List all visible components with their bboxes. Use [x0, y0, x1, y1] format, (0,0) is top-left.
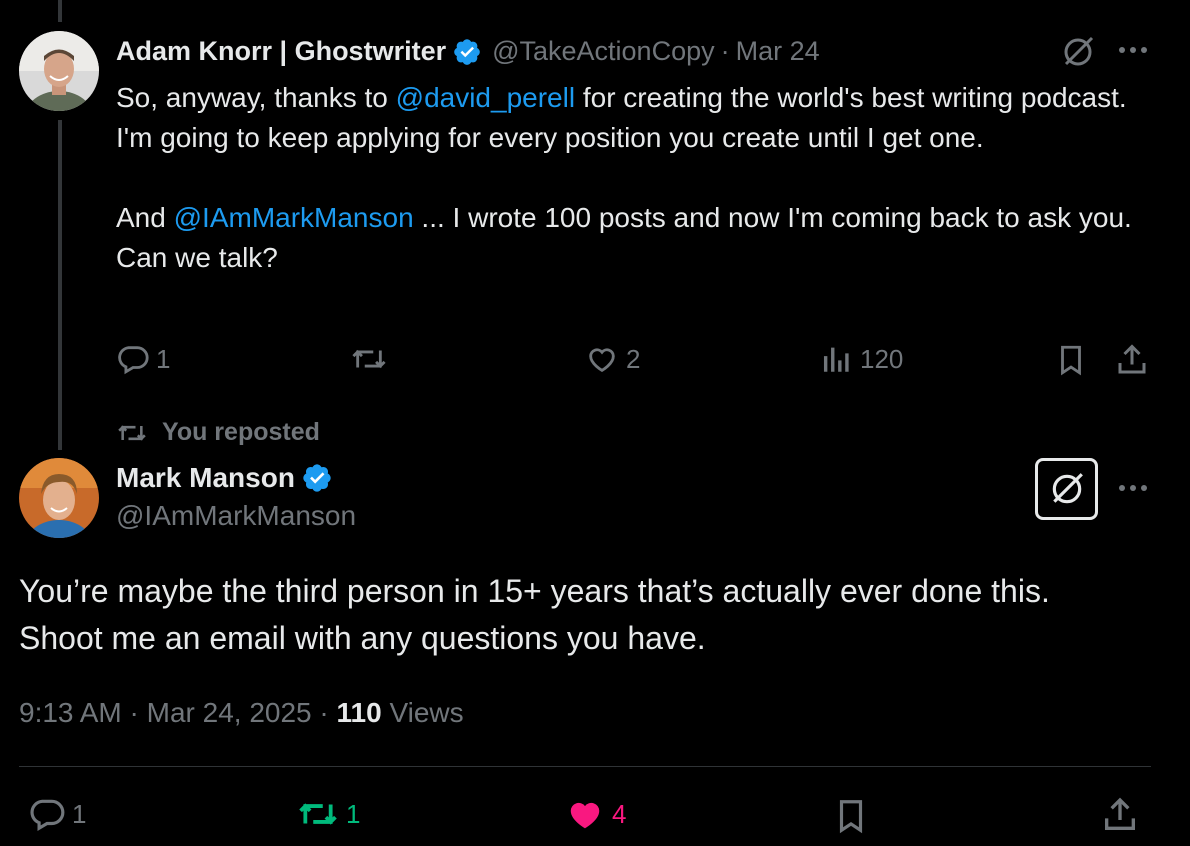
- parent-views-button[interactable]: 120: [820, 342, 903, 376]
- parent-avatar[interactable]: [19, 31, 99, 111]
- retweet-icon: [116, 419, 148, 447]
- divider: [19, 766, 1151, 767]
- verified-badge-icon: [452, 37, 482, 67]
- main-more-icon[interactable]: [1116, 478, 1150, 498]
- mention-link[interactable]: @david_perell: [396, 82, 575, 113]
- reply-icon: [28, 795, 66, 833]
- thread-line-top: [58, 0, 62, 22]
- share-icon: [1118, 344, 1146, 374]
- main-tweet-text: You’re maybe the third person in 15+ yea…: [19, 568, 1169, 662]
- main-reply-count: 1: [72, 798, 87, 829]
- reply-icon: [116, 342, 150, 376]
- main-sep-1: ·: [129, 697, 139, 728]
- main-time[interactable]: 9:13 AM: [19, 697, 122, 728]
- parent-retweet-button[interactable]: [350, 342, 394, 376]
- repost-label: You reposted: [162, 418, 320, 446]
- parent-handle[interactable]: @TakeActionCopy: [492, 36, 715, 67]
- views-icon: [820, 342, 854, 376]
- main-retweet-button[interactable]: 1: [296, 795, 360, 833]
- parent-reply-count: 1: [156, 343, 171, 374]
- parent-date[interactable]: Mar 24: [736, 36, 820, 67]
- main-views-count: 110: [336, 697, 382, 728]
- main-retweet-count: 1: [346, 798, 361, 829]
- main-avatar[interactable]: [19, 458, 99, 538]
- heart-icon: [564, 795, 606, 833]
- bookmark-icon: [1061, 345, 1081, 376]
- heart-icon: [584, 342, 620, 376]
- parent-author-name[interactable]: Adam Knorr | Ghostwriter: [116, 36, 446, 67]
- parent-views-count: 120: [860, 343, 904, 374]
- parent-like-button[interactable]: 2: [584, 342, 640, 376]
- parent-text-paragraph-1: So, anyway, thanks to @david_perell for …: [116, 78, 1156, 158]
- parent-share-button[interactable]: [1114, 342, 1150, 378]
- grok-icon: [1052, 473, 1083, 504]
- main-grok-button[interactable]: [1035, 458, 1098, 520]
- main-reply-button[interactable]: 1: [28, 795, 86, 833]
- tweet-text-segment: So, anyway, thanks to: [116, 82, 396, 113]
- parent-bookmark-button[interactable]: [1054, 342, 1088, 378]
- main-timestamp-row: 9:13 AM · Mar 24, 2025 · 110 Views: [19, 697, 464, 729]
- parent-more-icon[interactable]: [1116, 40, 1150, 60]
- verified-badge-icon: [301, 462, 333, 494]
- main-text-line-2: Shoot me an email with any questions you…: [19, 620, 706, 656]
- thread-line: [58, 120, 62, 450]
- parent-reply-button[interactable]: 1: [116, 342, 170, 376]
- parent-like-count: 2: [626, 343, 641, 374]
- bookmark-icon: [839, 800, 863, 834]
- parent-grok-icon[interactable]: [1060, 34, 1096, 70]
- main-share-button[interactable]: [1100, 795, 1140, 835]
- main-like-count: 4: [612, 798, 627, 829]
- share-icon: [1105, 797, 1135, 830]
- main-sep-2: ·: [319, 697, 329, 728]
- parent-text-paragraph-2: And @IAmMarkManson ... I wrote 100 posts…: [116, 198, 1156, 278]
- main-handle[interactable]: @IAmMarkManson: [116, 500, 356, 532]
- main-bookmark-button[interactable]: [832, 795, 870, 837]
- mention-link[interactable]: @IAmMarkManson: [174, 202, 414, 233]
- main-like-button[interactable]: 4: [564, 795, 626, 833]
- main-text-line-1: You’re maybe the third person in 15+ yea…: [19, 573, 1050, 609]
- tweet-text-segment: And: [116, 202, 174, 233]
- main-date[interactable]: Mar 24, 2025: [147, 697, 312, 728]
- parent-date-separator: ·: [720, 36, 730, 66]
- retweet-icon: [296, 795, 340, 833]
- main-views-label: Views: [389, 697, 464, 728]
- parent-tweet-text: So, anyway, thanks to @david_perell for …: [116, 78, 1156, 278]
- repost-banner[interactable]: You reposted: [116, 418, 320, 447]
- main-author-name[interactable]: Mark Manson: [116, 462, 295, 494]
- retweet-icon: [350, 342, 388, 376]
